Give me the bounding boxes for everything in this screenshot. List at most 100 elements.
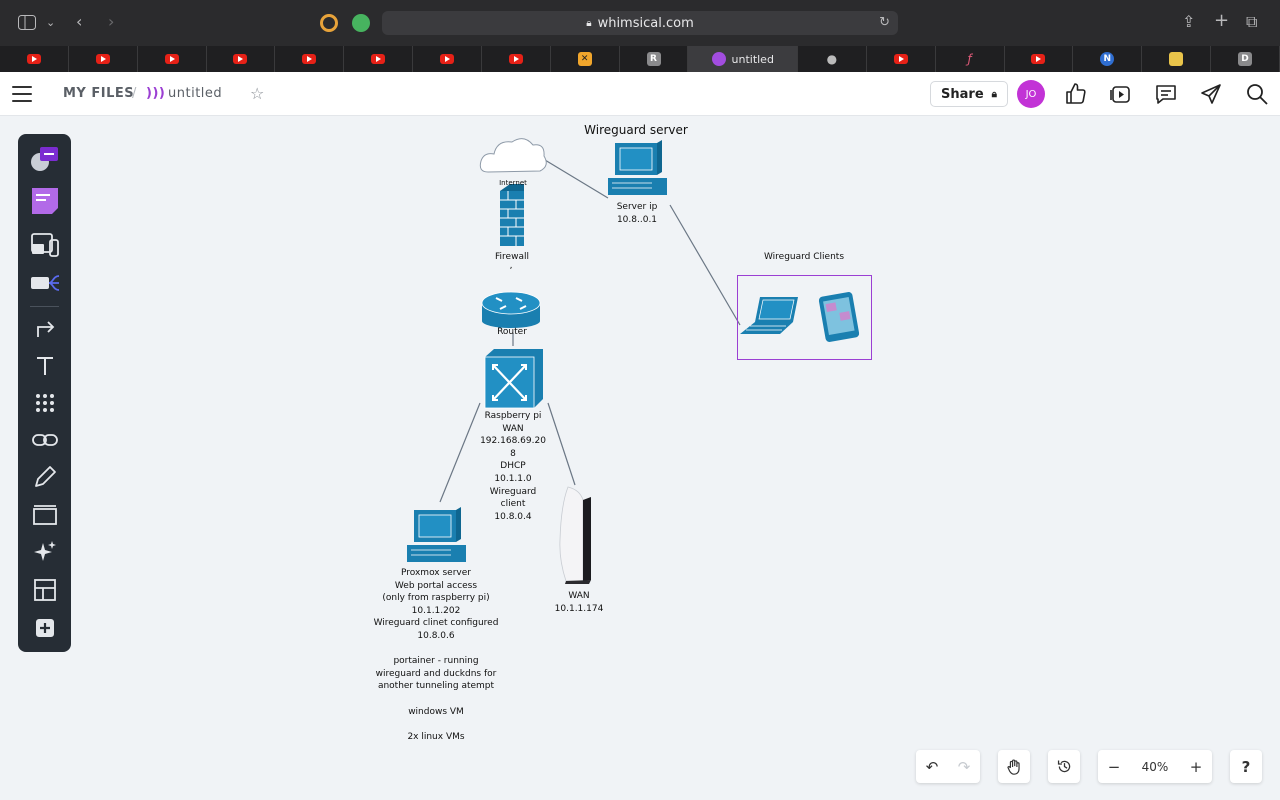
undo-icon[interactable]: ↶ <box>916 750 948 783</box>
url-text: whimsical.com <box>597 15 694 31</box>
tab-youtube[interactable] <box>413 46 482 72</box>
text-tool-icon[interactable] <box>27 351 63 381</box>
active-tab-title: untitled <box>731 52 774 66</box>
tab-youtube[interactable] <box>1005 46 1074 72</box>
tab-overview-icon[interactable]: ⧉ <box>1246 14 1257 30</box>
history-group <box>1048 750 1080 783</box>
tab-youtube[interactable] <box>275 46 345 72</box>
add-icon[interactable] <box>27 613 63 643</box>
toolbar-divider <box>30 306 59 307</box>
server-label[interactable]: Server ip 10.8..0.1 <box>602 201 672 226</box>
thumbs-up-icon[interactable] <box>1064 82 1088 106</box>
youtube-icon <box>164 54 179 64</box>
tab-youtube[interactable] <box>482 46 551 72</box>
templates-icon[interactable] <box>27 575 63 605</box>
reload-icon[interactable]: ↻ <box>879 15 890 30</box>
youtube-icon <box>1031 54 1046 64</box>
tab-youtube[interactable] <box>867 46 936 72</box>
menu-icon[interactable] <box>12 86 32 102</box>
share-icon[interactable]: ⇪ <box>1182 14 1195 30</box>
tab-d[interactable]: D <box>1211 46 1280 72</box>
search-icon[interactable] <box>1245 82 1269 106</box>
history-icon[interactable] <box>1048 750 1080 783</box>
new-tab-icon[interactable]: + <box>1214 12 1229 30</box>
tools-favicon-icon: ✕ <box>577 52 592 66</box>
pencil-icon[interactable] <box>27 462 63 492</box>
chevron-down-icon[interactable]: ⌄ <box>46 15 55 31</box>
help-button[interactable]: ? <box>1230 750 1262 783</box>
tab-youtube[interactable] <box>69 46 138 72</box>
console-label[interactable]: WAN 10.1.1.174 <box>548 590 610 615</box>
youtube-icon <box>508 54 523 64</box>
tab-r[interactable]: R <box>620 46 689 72</box>
tab-apple[interactable]: ● <box>798 46 867 72</box>
r-favicon-icon: R <box>646 52 661 66</box>
youtube-icon <box>233 54 248 64</box>
youtube-icon <box>371 54 386 64</box>
tab-youtube[interactable] <box>138 46 207 72</box>
router-label[interactable]: Router <box>482 326 542 339</box>
app-header: MY FILES / ))) untitled ⌄ ☆ Share 🔒︎ JO <box>0 72 1280 173</box>
clients-label[interactable]: Wireguard Clients <box>754 251 854 264</box>
flowchart-tool[interactable] <box>27 144 63 174</box>
firewall-mark: , <box>509 261 513 271</box>
pan-group <box>998 750 1030 783</box>
url-bar[interactable]: 🔒︎ whimsical.com ↻ <box>382 11 898 35</box>
share-label: Share <box>941 86 984 102</box>
lock-icon: 🔒︎ <box>586 17 592 29</box>
tab-youtube[interactable] <box>344 46 414 72</box>
n-favicon-icon: N <box>1100 52 1115 66</box>
lock-icon: 🔒︎ <box>991 88 997 100</box>
youtube-icon <box>95 54 110 64</box>
send-icon[interactable] <box>1199 82 1223 106</box>
youtube-icon <box>439 54 454 64</box>
youtube-icon <box>26 54 41 64</box>
redo-icon[interactable]: ↷ <box>948 750 980 783</box>
whimsical-favicon-icon <box>711 52 726 66</box>
tab-yellow[interactable] <box>1142 46 1212 72</box>
raspberry-label[interactable]: Raspberry pi WAN 192.168.69.20 8 DHCP 10… <box>472 410 554 523</box>
tab-youtube[interactable] <box>0 46 69 72</box>
connector-arrow-icon[interactable] <box>27 313 63 343</box>
diagram-title[interactable]: Wireguard server <box>566 124 706 137</box>
my-files-link[interactable]: MY FILES <box>63 86 134 101</box>
forward-arrow-icon[interactable]: › <box>108 14 114 30</box>
sticky-note-tool[interactable] <box>27 186 63 216</box>
star-icon[interactable]: ☆ <box>250 84 264 103</box>
tab-n[interactable]: N <box>1073 46 1143 72</box>
frame-tool-icon[interactable] <box>27 500 63 530</box>
youtube-icon <box>893 54 908 64</box>
proxmox-label[interactable]: Proxmox server Web portal access (only f… <box>366 567 506 743</box>
board-icon: ))) <box>146 86 166 101</box>
link-icon[interactable] <box>27 425 63 455</box>
wireframe-tool[interactable] <box>27 230 63 260</box>
tab-script[interactable]: ƒ <box>936 46 1005 72</box>
tab-youtube[interactable] <box>207 46 276 72</box>
share-button[interactable]: Share 🔒︎ <box>930 81 1008 107</box>
tab-tools[interactable]: ✕ <box>551 46 620 72</box>
hand-icon[interactable] <box>998 750 1030 783</box>
tab-whimsical-active[interactable]: untitled <box>688 46 798 72</box>
script-favicon-icon: ƒ <box>967 52 972 66</box>
doc-title[interactable]: untitled <box>168 86 222 101</box>
mind-map-tool[interactable] <box>27 268 63 298</box>
extension-ring-icon[interactable] <box>320 14 338 32</box>
browser-toolbar: ⌄ ‹ › 🔒︎ whimsical.com ↻ ⇪ + ⧉ <box>0 0 1280 46</box>
yellow-favicon-icon <box>1169 52 1184 66</box>
grid-dots-icon[interactable] <box>27 388 63 418</box>
avatar[interactable]: JO <box>1017 80 1045 108</box>
sidebar-toggle-icon[interactable] <box>18 15 36 33</box>
internet-label[interactable]: Internet <box>493 177 533 190</box>
comment-icon[interactable] <box>1154 82 1178 106</box>
zoom-level[interactable]: 40% <box>1130 760 1180 774</box>
extension-leaf-icon[interactable] <box>352 14 370 32</box>
back-arrow-icon[interactable]: ‹ <box>76 14 82 30</box>
d-favicon-icon: D <box>1237 52 1252 66</box>
present-icon[interactable] <box>1109 82 1133 106</box>
tab-strip: ✕ R untitled ● ƒ N D <box>0 46 1280 72</box>
ai-sparkle-icon[interactable] <box>27 537 63 567</box>
youtube-icon <box>302 54 317 64</box>
breadcrumb-separator: / <box>132 86 137 101</box>
zoom-out-button[interactable]: − <box>1098 750 1130 783</box>
zoom-in-button[interactable]: + <box>1180 750 1212 783</box>
